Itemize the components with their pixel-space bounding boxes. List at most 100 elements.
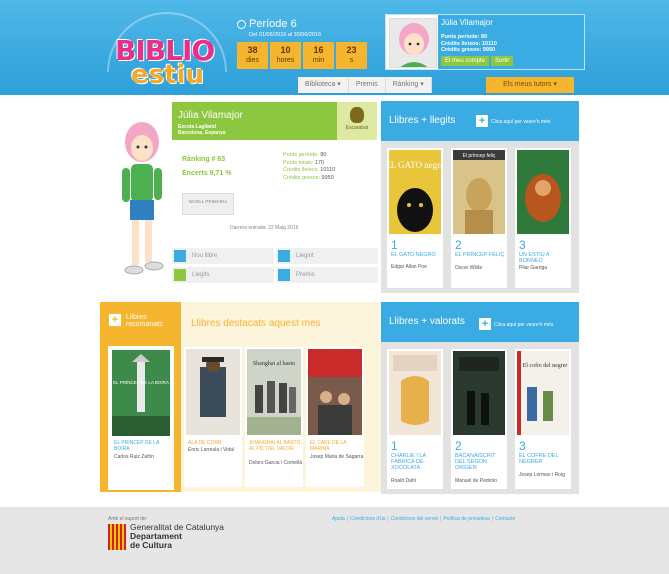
featured-title: Llibres destacats aquest mes [191,318,321,329]
plus-icon[interactable]: + [479,318,491,330]
book-rank: 1 [391,439,398,453]
top-rated-title: Llibres + valorats [389,316,465,327]
svg-text:El cofre del negrer: El cofre del negrer [523,362,568,369]
book-card[interactable]: ALA DE CORB Enric Larreula i Vidal [184,347,242,487]
header: BIBLIO estiu Període 6 Del 01/06/2016 al… [0,0,669,95]
book-author: Roald Dahl [391,478,416,484]
book-author: Josep Lorman i Roig [519,472,565,478]
book-author: Carlos Ruiz Zafón [114,454,155,460]
gencat-name: Generalitat de Catalunya Departament de … [130,522,225,550]
book-cover: EL PRÍNCEP DE LA BOIRA [112,350,170,436]
gencat-logo [108,524,126,550]
footer-link-help[interactable]: Ajuda [332,516,345,522]
my-account-button[interactable]: El meu compte [441,56,490,66]
book-author: Josep Maria de Sagarra [310,454,364,460]
book-cover [389,351,441,435]
top-rated-panel: 1 CHARLIE I LA FÀBRICA DE XOCOLATA Roald… [381,342,579,494]
book-title[interactable]: EL PRÍNCEP FELIÇ [455,252,505,258]
book-title[interactable]: SHANGHAI AL BASTÓ, AL PIC DEL VALOR [249,440,303,452]
see-more-link[interactable]: Clica aquí per veure'n més [491,119,550,125]
book-card[interactable]: EL GATO negro 1 EL GATO NEGRO Edgar Alla… [387,148,443,288]
period-title: Període 6 [249,18,297,30]
tutors-button[interactable]: Els meus tutors ▾ [486,77,574,93]
badge[interactable]: Escarabat [337,102,377,140]
avatar-character [122,122,164,275]
countdown-minutes: 16 min [303,42,334,69]
beetle-icon [350,107,364,123]
plus-icon[interactable]: + [109,314,121,326]
book-title[interactable]: UN ESTIU A BORNEO [519,252,569,264]
book-cover: Shanghai al basto [247,349,301,435]
book-rank: 3 [519,439,526,453]
book-cover [186,349,240,435]
book-rank: 2 [455,439,462,453]
user-buttons: El meu compte Sortir [441,56,514,66]
encerts-value: Encerts 9,71 % [182,170,232,177]
book-card[interactable]: El cofre del negrer 3 EL COFRE DEL NEGRE… [515,349,571,489]
book-cover: El príncep feliç [453,150,505,234]
book-title[interactable]: BACANAISCRIT DEL SEGON ORIGEN [455,453,505,471]
book-card[interactable]: EL CAFÈ DE LA MARINA Josep Maria de Saga… [306,347,364,487]
book-author: Manuel de Pedrolo [455,478,497,484]
book-rank: 2 [455,238,462,252]
read-link[interactable]: Llegits [172,267,274,283]
level-button[interactable]: NIVELL PRIMARIA [182,193,234,215]
plus-icon[interactable]: + [476,115,488,127]
recommended-title: Llibres recomanats [126,314,163,328]
logout-button[interactable]: Sortir [491,56,514,66]
book-card[interactable]: Shanghai al basto SHANGHAI AL BASTÓ, AL … [245,347,303,487]
period-dates: Del 01/06/2016 al 30/06/2016 [249,32,322,38]
footer-link-privacy[interactable]: Política de privadesa [443,516,489,522]
book-card[interactable]: 1 CHARLIE I LA FÀBRICA DE XOCOLATA Roald… [387,349,443,489]
nav-premis[interactable]: Premis [349,77,386,93]
clock-icon [237,19,246,29]
book-title[interactable]: EL GATO NEGRO [391,252,441,258]
book-title[interactable]: CHARLIE I LA FÀBRICA DE XOCOLATA [391,453,441,471]
svg-text:EL GATO negro: EL GATO negro [389,160,441,170]
recommended-panel: + Llibres recomanats EL PRÍNCEP DE LA BO… [100,302,181,492]
book-title[interactable]: ALA DE CORB [188,440,242,446]
user-stat: Crèdits gresos: 9950 [441,47,496,53]
book-title[interactable]: EL COFRE DEL NEGRER [519,453,569,465]
book-title[interactable]: EL PRÍNCEP DE LA BOIRA [114,440,174,452]
user-name: Júlia Vilamajor [441,18,493,27]
most-read-panel: EL GATO negro 1 EL GATO NEGRO Edgar Alla… [381,141,579,293]
book-cover: El cofre del negrer [517,351,569,435]
book-card[interactable]: EL PRÍNCEP DE LA BOIRA EL PRÍNCEP DE LA … [108,346,174,490]
footer: Amb el suport de: Generalitat de Catalun… [0,507,669,574]
book-author: Oscar Wilde [455,265,483,271]
book-card[interactable]: 3 UN ESTIU A BORNEO Pilar Garriga [515,148,571,288]
profile-stats: Punts període: 80 Punts totals: 170 Crèd… [283,152,336,181]
footer-link-contact[interactable]: Contacte [495,516,515,522]
footer-links: Ajuda | Condicions d'ús | Condicions del s… [332,516,516,522]
avatar[interactable] [389,18,437,68]
ranking-value: Rànking # 63 [182,156,226,163]
countdown-hours: 10 hores [270,42,301,69]
book-cover [517,150,569,234]
trophy-icon [278,269,290,281]
book-card[interactable]: El príncep feliç 2 EL PRÍNCEP FELIÇ Osca… [451,148,507,288]
book-card[interactable]: 2 BACANAISCRIT DEL SEGON ORIGEN Manuel d… [451,349,507,489]
user-box: Júlia Vilamajor Punts període: 80 Crèdit… [385,14,585,70]
see-more-link[interactable]: Clica aquí per veure'n més [494,322,553,328]
book-icon [278,250,290,262]
reading-link[interactable]: Llegint [276,248,378,264]
period-info: Període 6 Del 01/06/2016 al 30/06/2016 [237,18,321,38]
nav-biblioteca[interactable]: Biblioteca ▾ [298,77,349,93]
profile-name: Júlia Vilamajor [178,110,243,121]
new-book-link[interactable]: Nou llibre [172,248,274,264]
biblioestiu-logo[interactable]: BIBLIO estiu [107,12,235,90]
quick-links: Nou llibre Llegint Llegits Premis [172,248,378,283]
footer-link-terms-use[interactable]: Condicions d'ús [350,516,385,522]
most-read-title: Llibres + llegits [389,115,456,126]
nav-ranking[interactable]: Rànking ▾ [386,77,432,93]
svg-text:El príncep feliç: El príncep feliç [463,153,496,159]
book-rank: 3 [519,238,526,252]
badge-label: Escarabat [345,125,369,131]
main-nav: Biblioteca ▾ Premis Rànking ▾ [298,77,432,93]
footer-link-terms-service[interactable]: Condicions del servei [391,516,439,522]
top-rated-header: Llibres + valorats + Clica aquí per veur… [381,302,579,342]
book-author: Edgar Allan Poe [391,264,427,270]
prizes-link[interactable]: Premis [276,267,378,283]
book-title[interactable]: EL CAFÈ DE LA MARINA [310,440,364,452]
